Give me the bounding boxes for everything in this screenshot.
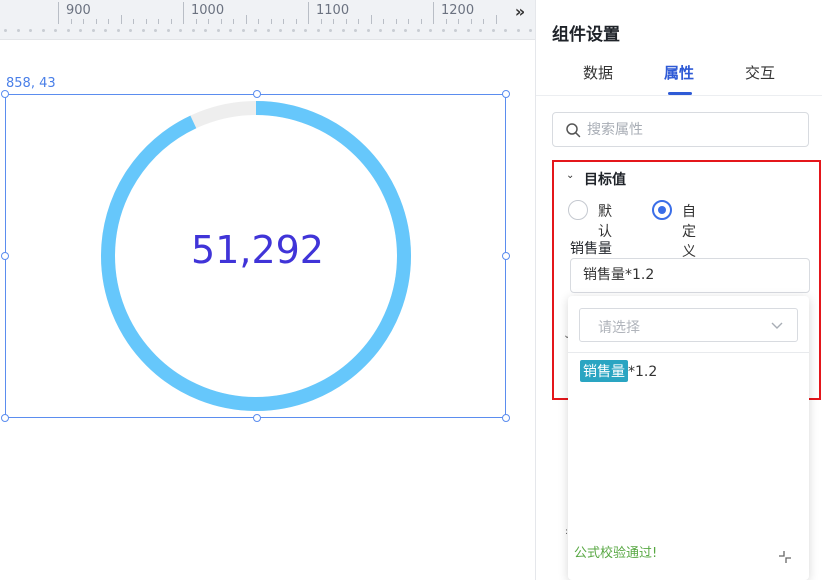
grid-dot bbox=[66, 29, 70, 32]
ruler-tick bbox=[120, 15, 122, 24]
grid-dot bbox=[491, 29, 495, 32]
grid-dot bbox=[4, 29, 7, 32]
resize-handle[interactable] bbox=[502, 90, 510, 98]
grid-dot bbox=[29, 29, 32, 32]
ruler-tick bbox=[308, 2, 309, 24]
collapse-panel-button[interactable]: » bbox=[508, 2, 532, 22]
radio-default[interactable] bbox=[568, 200, 588, 220]
ruler-tick bbox=[183, 2, 184, 24]
grid-dot bbox=[354, 29, 357, 32]
resize-handle[interactable] bbox=[1, 90, 9, 98]
divider bbox=[568, 352, 809, 353]
resize-handle[interactable] bbox=[1, 252, 9, 260]
ruler-tick bbox=[495, 15, 497, 24]
grid-dot bbox=[341, 29, 345, 32]
grid-dot bbox=[116, 29, 120, 32]
grid-dot bbox=[441, 29, 445, 32]
grid-dot bbox=[404, 29, 407, 32]
panel-title: 组件设置 bbox=[552, 25, 620, 45]
grid-dot bbox=[104, 29, 107, 32]
grid-dot bbox=[266, 29, 270, 32]
grid-dot bbox=[291, 29, 295, 32]
formula-input[interactable]: 销售量*1.2 bbox=[570, 258, 810, 293]
formula-expression[interactable]: 销售量 *1.2 bbox=[580, 360, 657, 382]
search-input[interactable] bbox=[587, 113, 802, 146]
grid-dot bbox=[41, 29, 45, 32]
resize-handle[interactable] bbox=[1, 414, 9, 422]
grid-dot bbox=[166, 29, 170, 32]
grid-dot bbox=[16, 29, 20, 32]
design-canvas[interactable]: 900 1000 1100 1200 » 858, 43 51,292 bbox=[0, 0, 535, 580]
grid-dot bbox=[191, 29, 195, 32]
chevron-down-icon bbox=[771, 322, 783, 329]
radio-custom-label[interactable]: 自定义 bbox=[682, 201, 696, 261]
tab-properties[interactable]: 属性 bbox=[664, 62, 694, 83]
field-select[interactable]: 请选择 bbox=[579, 308, 798, 342]
grid-dot bbox=[204, 29, 207, 32]
grid-dot bbox=[366, 29, 370, 32]
grid-dot bbox=[241, 29, 245, 32]
grid-dot bbox=[154, 29, 157, 32]
grid-dot bbox=[454, 29, 457, 32]
grid-dot bbox=[416, 29, 420, 32]
ruler-tick bbox=[245, 15, 247, 24]
ruler-label: 1000 bbox=[191, 3, 225, 18]
grid-dot bbox=[504, 29, 507, 32]
resize-handle[interactable] bbox=[253, 90, 261, 98]
grid-dot bbox=[466, 29, 470, 32]
validation-message: 公式校验通过! bbox=[574, 546, 658, 561]
grid-dot bbox=[129, 29, 132, 32]
ruler-label: 900 bbox=[66, 3, 91, 18]
grid-dot bbox=[304, 29, 307, 32]
radio-custom[interactable] bbox=[652, 200, 672, 220]
formula-operator: *1.2 bbox=[628, 364, 658, 380]
field-tag[interactable]: 销售量 bbox=[580, 360, 628, 382]
grid-dot bbox=[316, 29, 320, 32]
ruler-label: 1200 bbox=[441, 3, 475, 18]
ruler-label: 1100 bbox=[316, 3, 350, 18]
field-label: 销售量 bbox=[570, 241, 612, 257]
grid-dot bbox=[329, 29, 332, 32]
property-search[interactable] bbox=[552, 112, 809, 147]
grid-dot bbox=[516, 29, 520, 32]
ruler-tick bbox=[433, 2, 434, 24]
resize-handle[interactable] bbox=[253, 414, 261, 422]
grid-dot bbox=[479, 29, 482, 32]
settings-tabs: 数据 属性 交互 bbox=[536, 58, 822, 96]
horizontal-ruler: 900 1000 1100 1200 » bbox=[0, 0, 535, 40]
grid-dot bbox=[529, 29, 532, 32]
grid-dot bbox=[79, 29, 82, 32]
grid-dot bbox=[179, 29, 182, 32]
grid-dot bbox=[391, 29, 395, 32]
section-title[interactable]: 目标值 bbox=[584, 169, 626, 189]
grid-dot bbox=[229, 29, 232, 32]
gauge-value: 51,292 bbox=[191, 228, 324, 272]
formula-editor-popover: 请选择 销售量 *1.2 公式校验通过! bbox=[568, 296, 809, 580]
collapse-icon[interactable] bbox=[778, 550, 792, 564]
grid-dot bbox=[379, 29, 382, 32]
tab-interaction[interactable]: 交互 bbox=[745, 62, 775, 83]
grid-dot bbox=[254, 29, 257, 32]
active-tab-indicator bbox=[668, 92, 692, 95]
grid-dot bbox=[216, 29, 220, 32]
search-icon bbox=[566, 123, 581, 138]
resize-handle[interactable] bbox=[502, 414, 510, 422]
tab-data[interactable]: 数据 bbox=[583, 62, 613, 83]
grid-dot bbox=[91, 29, 95, 32]
grid-dot bbox=[429, 29, 432, 32]
position-readout: 858, 43 bbox=[6, 76, 56, 91]
radio-default-label[interactable]: 默认 bbox=[598, 201, 612, 241]
grid-dot bbox=[54, 29, 57, 32]
grid-dot bbox=[279, 29, 282, 32]
ruler-tick bbox=[58, 2, 59, 24]
grid-dot bbox=[141, 29, 145, 32]
chevron-down-icon[interactable]: ⌄ bbox=[566, 170, 574, 181]
resize-handle[interactable] bbox=[502, 252, 510, 260]
select-placeholder: 请选择 bbox=[598, 320, 640, 336]
ruler-tick bbox=[370, 15, 372, 24]
